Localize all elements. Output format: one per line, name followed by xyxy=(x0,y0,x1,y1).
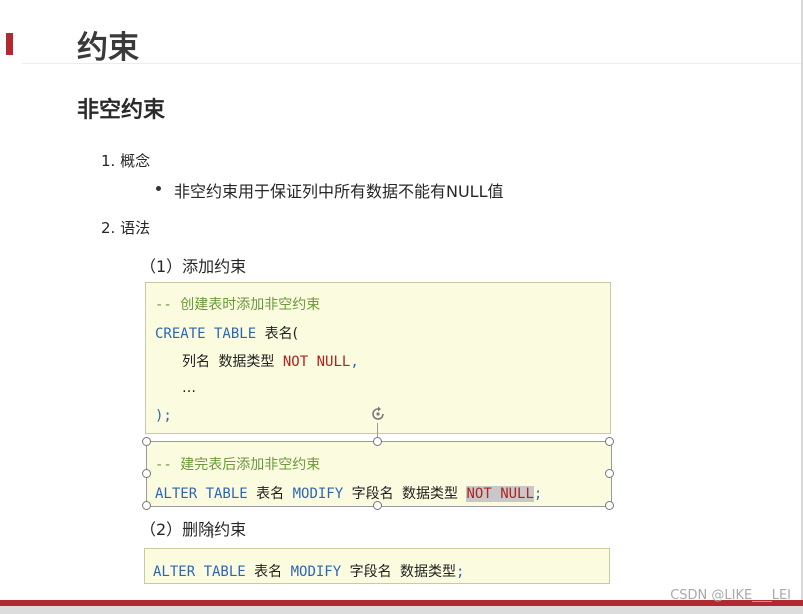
selection-frame[interactable] xyxy=(146,441,612,507)
add-constraint-label: （1）添加约束 xyxy=(140,257,247,276)
resize-handle-bm[interactable] xyxy=(373,501,382,510)
concept-bullet-text: 非空约束用于保证列中所有数据不能有NULL值 xyxy=(174,182,504,201)
footer-strip xyxy=(0,606,803,614)
drop-constraint-label: （2）删除约束 xyxy=(140,520,247,539)
section-title: 非空约束 xyxy=(77,98,166,123)
resize-handle-mr[interactable] xyxy=(605,469,614,478)
resize-handle-tr[interactable] xyxy=(605,437,614,446)
resize-handle-bl[interactable] xyxy=(142,501,151,510)
title-divider xyxy=(22,63,803,64)
resize-handle-ml[interactable] xyxy=(142,469,151,478)
rotate-icon[interactable] xyxy=(369,405,387,423)
code-line-column: 列名 数据类型 NOT NULL, xyxy=(182,354,359,370)
slide-title: 约束 xyxy=(77,30,139,66)
resize-handle-br[interactable] xyxy=(605,501,614,510)
watermark-text: CSDN @LIKE___LEI xyxy=(670,588,791,603)
code-line-comment: -- 创建表时添加非空约束 xyxy=(155,297,321,313)
resize-handle-tl[interactable] xyxy=(142,437,151,446)
code-line-close: ); xyxy=(155,408,172,424)
bullet-icon xyxy=(156,186,161,191)
code-line-ellipsis: … xyxy=(182,380,196,396)
resize-handle-tm[interactable] xyxy=(373,437,382,446)
code-line-create: CREATE TABLE 表名( xyxy=(155,326,299,342)
text-cursor-icon: I xyxy=(210,526,215,542)
title-accent-bar xyxy=(6,33,13,55)
syntax-heading: 2. 语法 xyxy=(101,219,151,237)
code-line-alter-drop: ALTER TABLE 表名 MODIFY 字段名 数据类型; xyxy=(153,564,465,580)
concept-heading: 1. 概念 xyxy=(101,152,151,170)
